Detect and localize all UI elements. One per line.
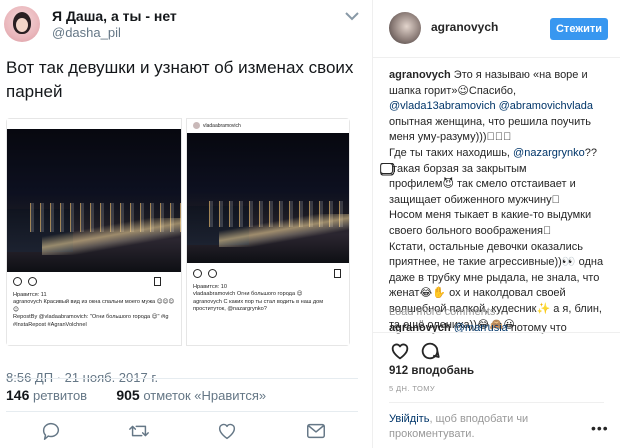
direct-message-icon[interactable] bbox=[305, 420, 327, 442]
tweet-stats: 146 ретвитов 905 отметок «Нравится» bbox=[6, 387, 266, 403]
retweet-count[interactable]: 146 bbox=[6, 387, 29, 403]
tweet-handle[interactable]: @dasha_pil bbox=[52, 25, 121, 40]
comment-icon[interactable] bbox=[419, 340, 441, 362]
mention-link[interactable]: @abramovichvlada bbox=[499, 100, 593, 112]
like-icon[interactable] bbox=[216, 420, 238, 442]
instagram-username[interactable]: agranovych bbox=[431, 20, 498, 34]
screenshot-avatar bbox=[193, 122, 200, 129]
tweet-text: Вот так девушки и узнают об изменах свои… bbox=[6, 58, 354, 101]
like-count[interactable]: 905 bbox=[116, 387, 139, 403]
night-city-photo bbox=[187, 133, 349, 263]
login-prompt: Увійдіть, щоб вподобати чи прокоментуват… bbox=[389, 413, 529, 440]
media-screenshot-1[interactable]: Нравится: 11 agranovych Красивый вид из … bbox=[6, 118, 182, 346]
tweet-actions bbox=[0, 420, 372, 444]
night-city-photo bbox=[7, 129, 181, 272]
heart-icon bbox=[13, 277, 22, 286]
tweet-display-name[interactable]: Я Даша, а ты - нет bbox=[52, 8, 177, 24]
post-actions bbox=[389, 340, 469, 362]
post-time[interactable]: 5 ДН. ТОМУ bbox=[389, 384, 435, 393]
reply-icon[interactable] bbox=[40, 420, 62, 442]
mention-link[interactable]: @vlada13abramovich bbox=[389, 100, 496, 112]
post-caption: agranovych Это я называю «на воре и шапк… bbox=[389, 69, 604, 331]
bookmark-icon bbox=[154, 277, 161, 286]
divider bbox=[6, 378, 358, 379]
mention-link[interactable]: @nazargrynko bbox=[513, 147, 585, 159]
comment-icon bbox=[208, 269, 217, 278]
avatar-face bbox=[16, 18, 28, 32]
screenshot-2-text: Нравится: 10 vladaabramovich Огни большо… bbox=[193, 284, 324, 313]
retweet-count-label[interactable]: ретвитов bbox=[33, 388, 87, 403]
comment-icon bbox=[28, 277, 37, 286]
avatar[interactable] bbox=[389, 12, 421, 44]
more-options-icon[interactable]: ••• bbox=[591, 420, 609, 436]
tweet-card: Я Даша, а ты - нет @dasha_pil Вот так де… bbox=[0, 0, 372, 448]
retweet-icon[interactable] bbox=[128, 420, 150, 442]
tweet-avatar[interactable] bbox=[4, 6, 40, 42]
load-more-comments[interactable]: Load more comments bbox=[389, 306, 495, 318]
chevron-down-icon[interactable] bbox=[344, 10, 360, 22]
tweet-media[interactable]: Нравится: 11 agranovych Красивый вид из … bbox=[6, 118, 350, 346]
instagram-header: agranovych Стежити bbox=[373, 0, 620, 58]
instagram-post-panel: agranovych Стежити agranovych Это я назы… bbox=[372, 0, 620, 448]
media-screenshot-2[interactable]: vladaabramovich Нравится: 10 vladaabramo… bbox=[186, 118, 350, 346]
divider bbox=[6, 411, 358, 412]
screenshot-action-icons bbox=[193, 269, 350, 281]
screenshot-action-icons bbox=[13, 277, 173, 289]
like-count-label[interactable]: отметок «Нравится» bbox=[143, 388, 266, 403]
heart-icon[interactable] bbox=[389, 340, 411, 362]
heart-icon bbox=[193, 269, 202, 278]
follow-button[interactable]: Стежити bbox=[550, 18, 608, 40]
screenshot-2-header: vladaabramovich bbox=[193, 122, 241, 129]
divider bbox=[373, 332, 620, 333]
likes-count[interactable]: 912 вподобань bbox=[389, 365, 474, 377]
bookmark-icon bbox=[334, 269, 341, 278]
login-link[interactable]: Увійдіть bbox=[389, 413, 429, 425]
caption-username[interactable]: agranovych bbox=[389, 69, 451, 81]
screenshot-1-text: Нравится: 11 agranovych Красивый вид из … bbox=[13, 292, 175, 328]
divider bbox=[389, 402, 604, 403]
